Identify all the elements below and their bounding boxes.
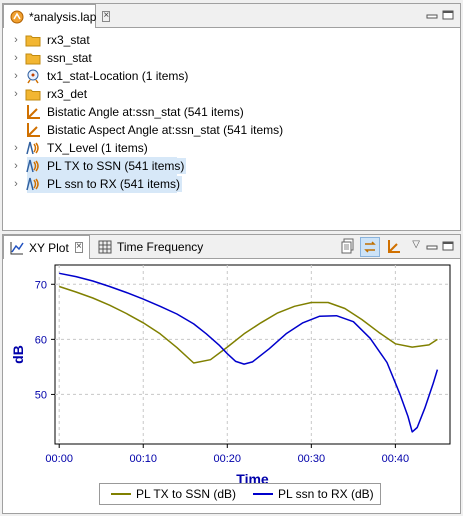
tree-item-label: rx3_stat (47, 33, 90, 47)
expand-chevron-icon[interactable]: › (9, 142, 23, 154)
angle-icon (25, 104, 41, 120)
maximize-icon[interactable] (442, 240, 454, 254)
x-tick-label: 00:30 (298, 453, 326, 465)
tab-analysis-lap[interactable]: *analysis.lap × (3, 4, 111, 28)
minimize-icon[interactable] (426, 240, 438, 254)
sync-icon[interactable] (360, 237, 380, 257)
expand-chevron-icon[interactable]: › (9, 52, 23, 64)
legend-label-series-1: PL TX to SSN (dB) (136, 487, 237, 501)
plot-pane: XY Plot × Time Frequency ▽ 00:00 00:10 00:… (2, 234, 461, 514)
location-icon (25, 68, 41, 84)
xy-plot-icon (10, 241, 24, 255)
signal-icon (25, 158, 41, 174)
signal-icon (25, 140, 41, 156)
plot-tabbar: XY Plot × Time Frequency ▽ (3, 235, 460, 259)
tree-item-label: TX_Level (1 items) (47, 141, 148, 155)
project-tree: › rx3_stat › ssn_stat › tx1_stat-Location (1 … (3, 31, 460, 193)
legend-label-series-2: PL ssn to RX (dB) (278, 487, 374, 501)
expand-chevron-icon[interactable]: › (9, 160, 23, 172)
project-tabbar: *analysis.lap × (3, 4, 460, 28)
tree-item-label: Bistatic Angle at:ssn_stat (541 items) (47, 105, 244, 119)
view-menu-icon[interactable]: ▽ (412, 239, 420, 250)
project-pane: *analysis.lap × › rx3_stat › ssn_stat › tx1_s… (2, 3, 461, 231)
angle-icon (25, 122, 41, 138)
expand-chevron-icon[interactable]: › (9, 88, 23, 100)
copy-icon[interactable] (340, 238, 356, 257)
tree-item[interactable]: › rx3_stat (3, 31, 460, 49)
y-tick-label: 60 (35, 334, 47, 346)
tab-xy-plot[interactable]: XY Plot × (3, 235, 90, 259)
tree-item[interactable]: › PL TX to SSN (541 items) (3, 157, 460, 175)
time-frequency-icon (98, 240, 112, 254)
xy-plot-chart[interactable]: 00:00 00:10 00:20 00:30 00:40506070TimedB (3, 259, 460, 509)
tree-item-label: Bistatic Aspect Angle at:ssn_stat (541 i… (47, 123, 284, 137)
close-icon[interactable]: × (74, 242, 83, 253)
tree-item[interactable]: › TX_Level (1 items) (3, 139, 460, 157)
tree-item[interactable]: Bistatic Aspect Angle at:ssn_stat (541 i… (3, 121, 460, 139)
y-axis-label: dB (10, 345, 26, 364)
tab-label: Time Frequency (117, 239, 204, 254)
x-tick-label: 00:40 (382, 453, 410, 465)
folder-icon (25, 86, 41, 102)
tree-item[interactable]: Bistatic Angle at:ssn_stat (541 items) (3, 103, 460, 121)
tree-item-label: PL TX to SSN (541 items) (45, 158, 187, 174)
folder-icon (25, 32, 41, 48)
analysis-file-icon (10, 10, 24, 24)
minimize-icon[interactable] (426, 9, 438, 23)
tree-item[interactable]: › rx3_det (3, 85, 460, 103)
x-tick-label: 00:10 (129, 453, 157, 465)
folder-icon (25, 50, 41, 66)
legend-swatch-series-2 (253, 493, 274, 495)
x-tick-label: 00:20 (214, 453, 242, 465)
tree-item-label: tx1_stat-Location (1 items) (47, 69, 189, 83)
chart-legend: PL TX to SSN (dB) PL ssn to RX (dB) (99, 483, 381, 505)
x-tick-label: 00:00 (45, 453, 73, 465)
maximize-icon[interactable] (442, 9, 454, 23)
y-tick-label: 50 (35, 389, 47, 401)
tree-item-label: PL ssn to RX (541 items) (45, 176, 182, 192)
signal-icon (25, 176, 41, 192)
tree-item-label: rx3_det (47, 87, 88, 101)
tab-time-frequency[interactable]: Time Frequency (92, 235, 207, 258)
legend-swatch-series-1 (111, 493, 131, 495)
close-icon[interactable]: × (102, 11, 111, 22)
angle-toggle-icon[interactable] (386, 238, 402, 257)
tab-label: XY Plot (29, 240, 69, 255)
tree-item[interactable]: › PL ssn to RX (541 items) (3, 175, 460, 193)
tree-item[interactable]: › ssn_stat (3, 49, 460, 67)
expand-chevron-icon[interactable]: › (9, 70, 23, 82)
plot-area (54, 264, 451, 445)
tree-item-label: ssn_stat (47, 51, 92, 65)
tree-item[interactable]: › tx1_stat-Location (1 items) (3, 67, 460, 85)
y-tick-label: 70 (35, 279, 47, 291)
tab-label: *analysis.lap (29, 9, 97, 24)
expand-chevron-icon[interactable]: › (9, 34, 23, 46)
expand-chevron-icon[interactable]: › (9, 178, 23, 190)
